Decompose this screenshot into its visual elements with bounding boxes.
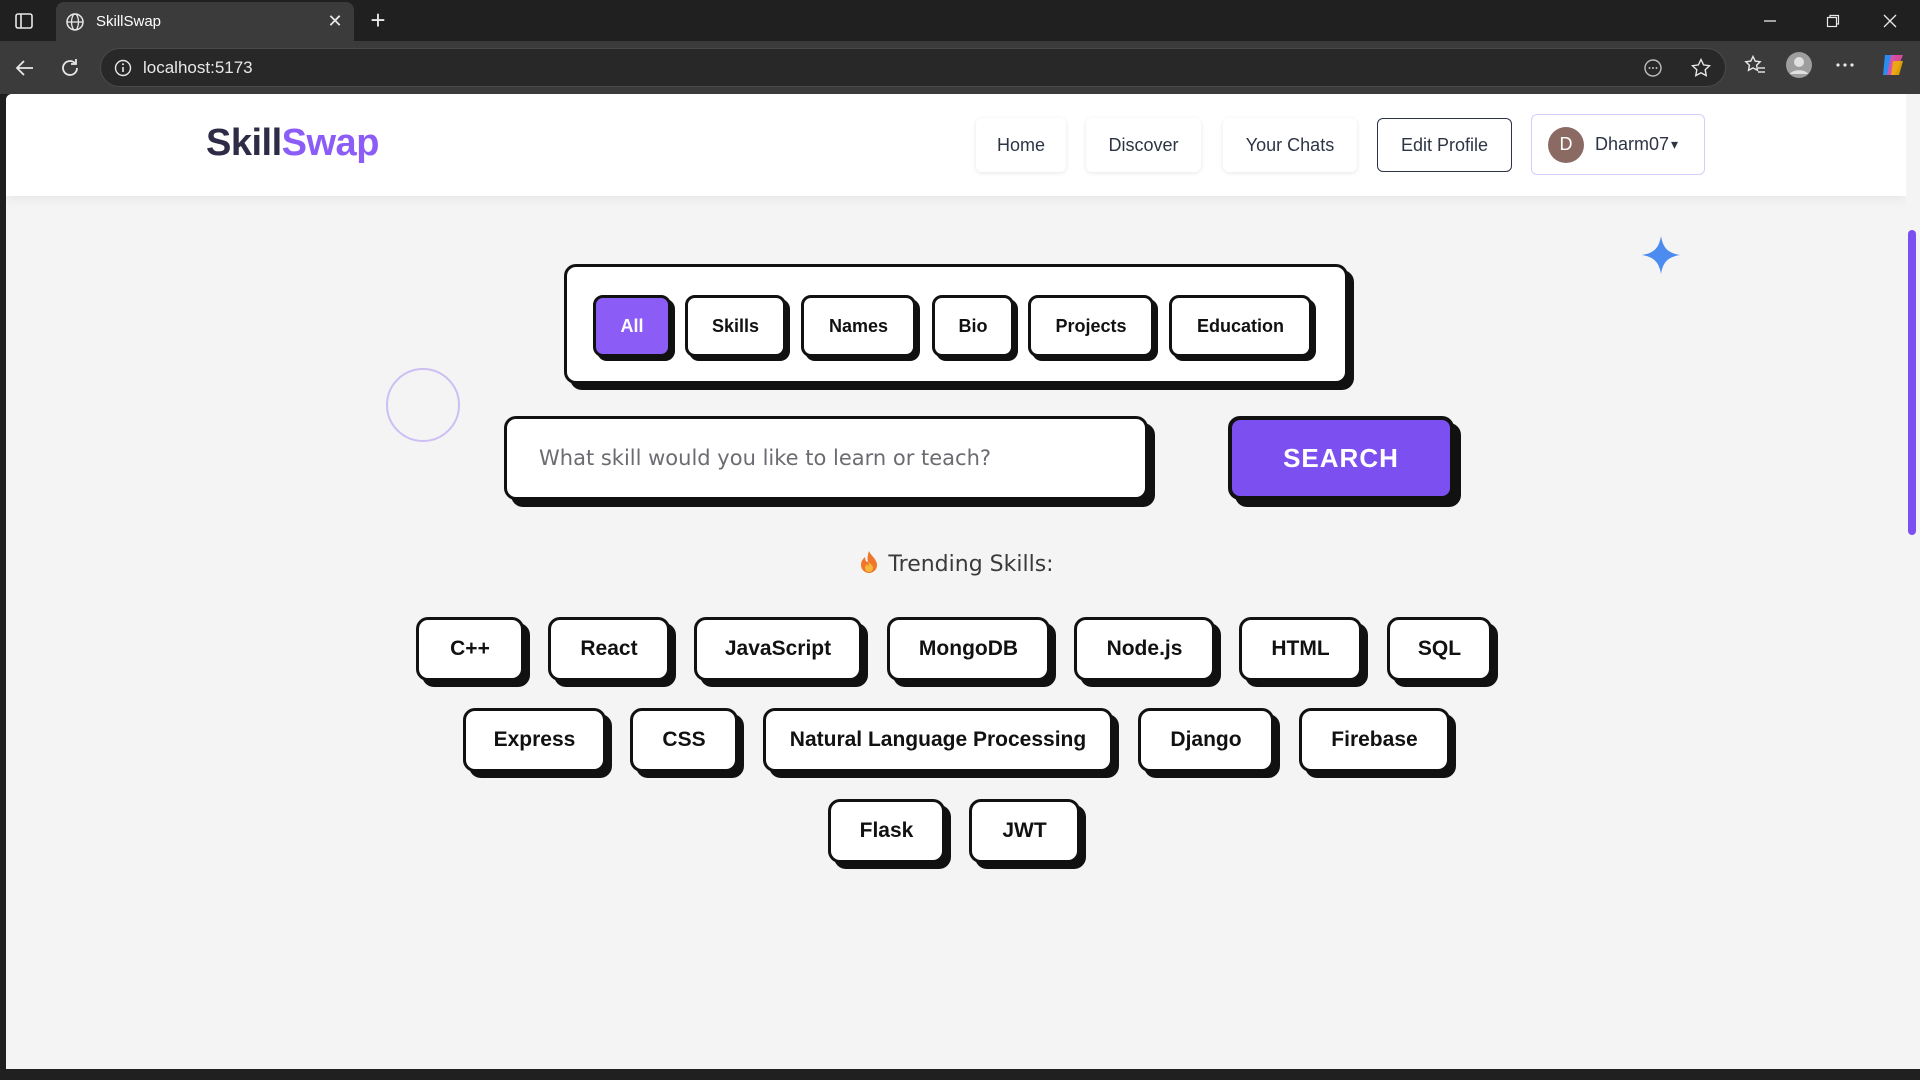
page-viewport: SkillSwap Home Discover Your Chats Edit … [6, 94, 1906, 1069]
trending-skill-chip[interactable]: C++ [416, 617, 524, 681]
sparkle-icon [1642, 236, 1680, 274]
trending-skill-chip[interactable]: HTML [1239, 617, 1362, 681]
restore-icon[interactable] [1803, 0, 1863, 41]
site-navbar: SkillSwap Home Discover Your Chats Edit … [6, 94, 1906, 196]
copilot-icon[interactable] [1878, 50, 1908, 80]
trending-skill-chip[interactable]: JavaScript [694, 617, 862, 681]
decorative-circle [386, 368, 460, 442]
profile-icon[interactable] [1784, 50, 1814, 80]
trending-skill-chip[interactable]: Express [463, 708, 606, 772]
filter-names-button[interactable]: Names [801, 295, 916, 357]
filter-all-button[interactable]: All [593, 295, 671, 357]
username-label: Dharm07 [1595, 134, 1670, 154]
trending-skill-chip[interactable]: Firebase [1299, 708, 1450, 772]
minimize-icon[interactable] [1740, 0, 1800, 41]
trending-skill-chip[interactable]: Django [1138, 708, 1274, 772]
info-icon[interactable] [113, 58, 133, 78]
brand-logo-swap: Swap [281, 122, 380, 164]
sidebar-icon[interactable] [14, 11, 34, 31]
new-tab-icon[interactable]: + [364, 6, 392, 34]
favorites-icon[interactable] [1740, 50, 1770, 80]
trending-skill-chip[interactable]: JWT [969, 799, 1080, 863]
trending-skill-chip[interactable]: SQL [1387, 617, 1492, 681]
address-bar[interactable]: localhost:5173 [100, 48, 1726, 87]
nav-chats-button[interactable]: Your Chats [1223, 118, 1357, 172]
skill-search-input[interactable] [504, 416, 1148, 500]
filter-education-button[interactable]: Education [1169, 295, 1312, 357]
reader-icon[interactable] [1638, 53, 1668, 83]
back-icon[interactable] [10, 53, 40, 83]
trending-skills-heading: Trending Skills: [6, 550, 1906, 577]
tab-title: SkillSwap [96, 13, 162, 30]
brand-logo-skill: Skill [206, 122, 282, 164]
url-text: localhost:5173 [143, 57, 253, 77]
trending-skill-chip[interactable]: React [548, 617, 670, 681]
browser-titlebar: SkillSwap ✕ + [0, 0, 1920, 41]
trending-label: Trending Skills: [888, 552, 1054, 577]
browser-tab[interactable]: SkillSwap ✕ [56, 2, 354, 41]
reload-icon[interactable] [55, 53, 85, 83]
search-button[interactable]: SEARCH [1228, 416, 1454, 500]
globe-icon [66, 12, 84, 31]
browser-toolbar: localhost:5173 [0, 41, 1920, 94]
fire-icon [861, 551, 878, 573]
filter-bio-button[interactable]: Bio [932, 295, 1014, 357]
trending-skill-chip[interactable]: Node.js [1074, 617, 1215, 681]
favorite-star-icon[interactable] [1686, 53, 1716, 83]
profile-menu-button[interactable]: D Dharm07 ▾ [1531, 114, 1705, 175]
nav-home-button[interactable]: Home [976, 118, 1066, 172]
trending-skill-chip[interactable]: CSS [630, 708, 738, 772]
edit-profile-button[interactable]: Edit Profile [1377, 118, 1512, 172]
window-close-icon[interactable] [1860, 0, 1920, 41]
filter-skills-button[interactable]: Skills [685, 295, 786, 357]
nav-discover-button[interactable]: Discover [1086, 118, 1201, 172]
filter-projects-button[interactable]: Projects [1028, 295, 1154, 357]
window-bottom-edge [0, 1069, 1920, 1080]
trending-skill-chip[interactable]: MongoDB [887, 617, 1050, 681]
trending-skill-chip[interactable]: Flask [828, 799, 945, 863]
avatar: D [1548, 126, 1584, 163]
search-filter-group: All Skills Names Bio Projects Education [564, 264, 1348, 384]
brand-logo[interactable]: SkillSwap [206, 122, 379, 165]
close-icon[interactable]: ✕ [322, 9, 348, 35]
more-icon[interactable] [1830, 50, 1860, 80]
trending-skill-chip[interactable]: Natural Language Processing [763, 708, 1113, 772]
scrollbar-thumb[interactable] [1908, 230, 1916, 535]
chevron-down-icon: ▾ [1671, 136, 1679, 152]
